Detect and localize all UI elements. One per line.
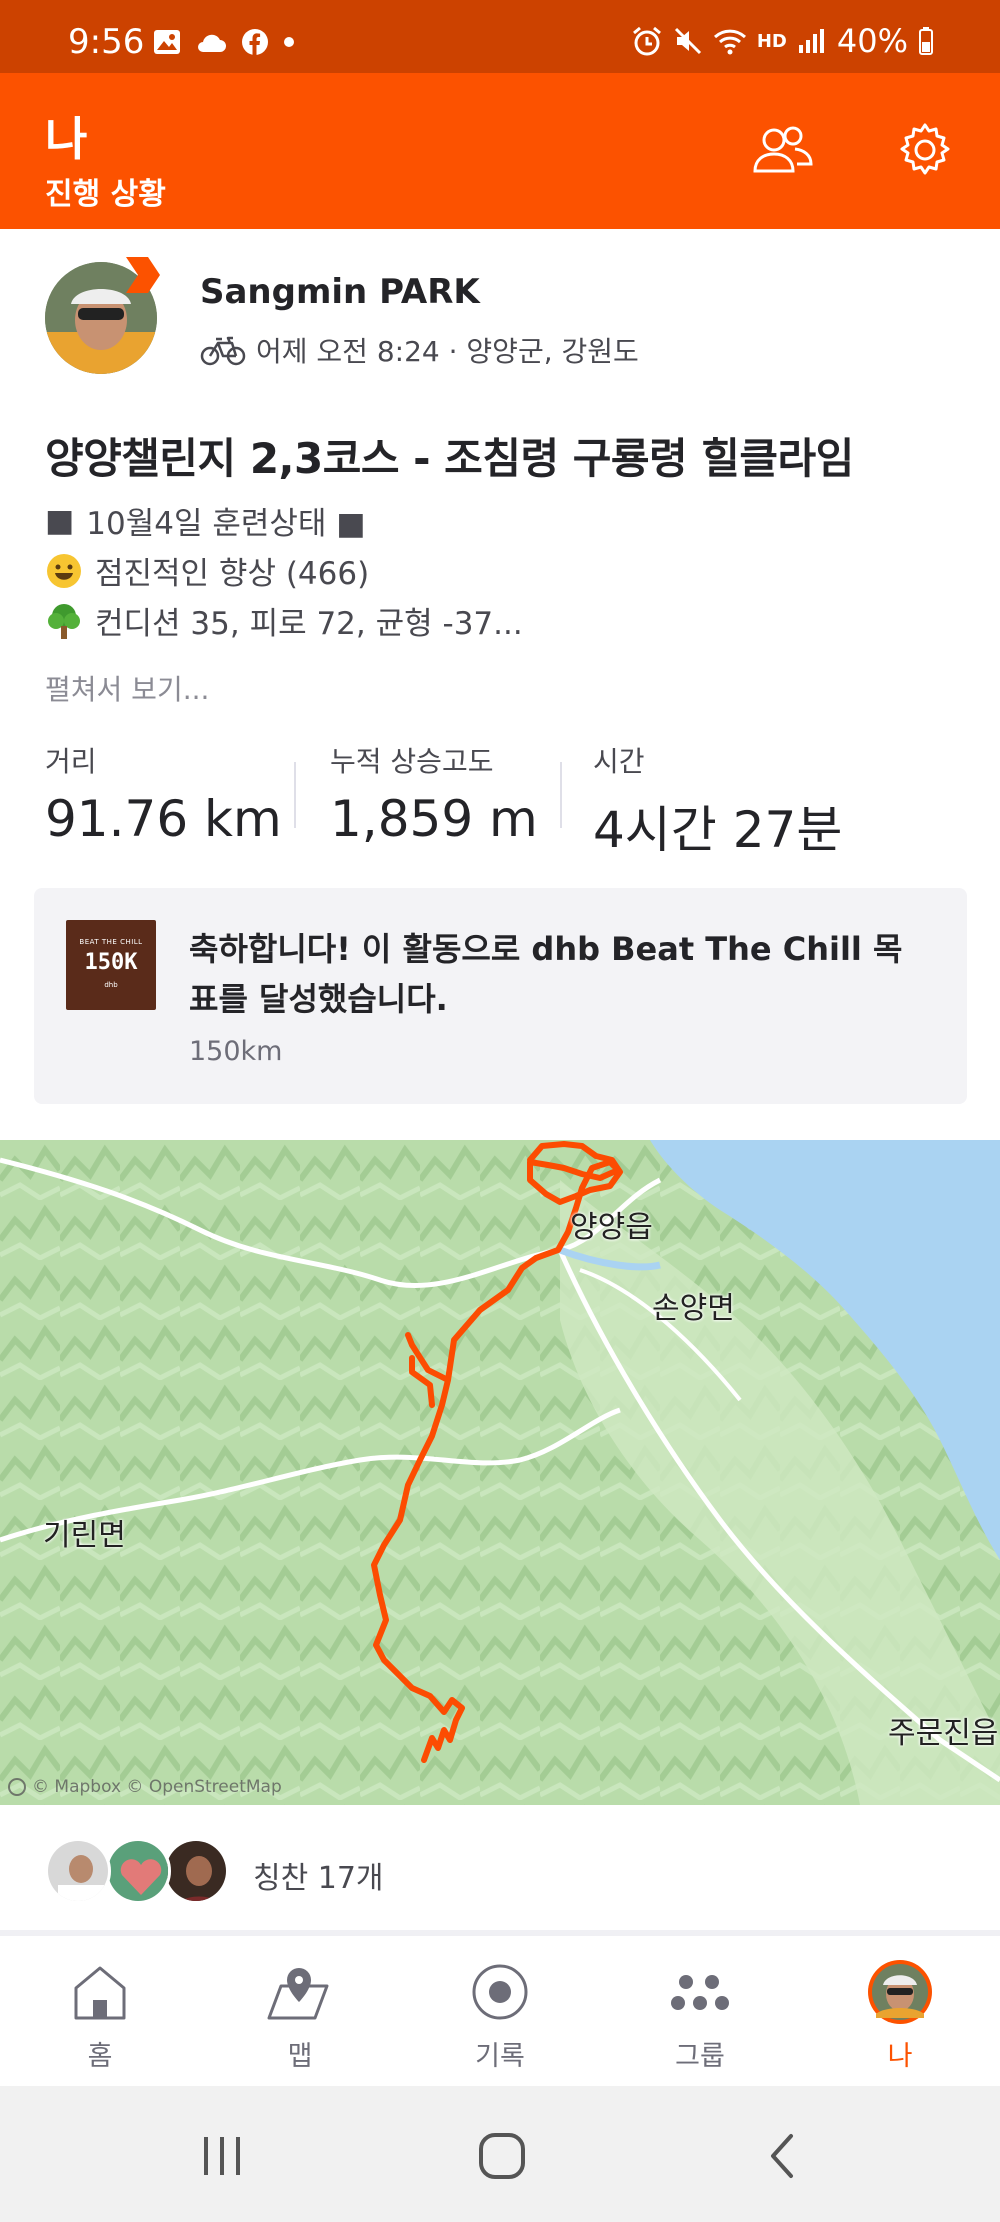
stat-divider [560,762,562,828]
description-line-3: 컨디션 35, 피로 72, 균형 -37... [45,598,523,643]
map-label-sonyang: 손양면 [652,1291,735,1326]
bike-icon [200,336,246,366]
notification-icons [153,28,295,56]
kudos-avatar [105,1838,171,1904]
progress-tab[interactable]: 진행 상황 [45,169,166,213]
signal-icon [798,29,824,53]
nav-record[interactable]: 기록 [420,1956,580,2073]
recent-apps-button[interactable] [192,2128,252,2184]
mapbox-logo-icon [8,1778,26,1796]
square-icon: ■ [45,502,75,539]
description-line-2: 점진적인 향상 (466) [45,548,369,593]
subscriber-badge-icon [126,257,160,293]
app-header: 나 진행 상황 [0,73,1000,229]
home-icon [74,1966,126,2020]
nav-maps[interactable]: 맵 [220,1956,380,2073]
stat-elevation: 누적 상승고도 1,859 m [330,745,538,848]
battery-icon [919,27,933,55]
stat-time: 시간 4시간 27분 [593,745,843,859]
kudos-avatar [45,1838,111,1904]
friends-icon [753,126,813,173]
nav-you[interactable]: 나 [820,1956,980,2073]
system-navigation-bar [0,2086,1000,2222]
map-attribution[interactable]: © Mapbox © OpenStreetMap [8,1777,282,1797]
route-map[interactable]: 양양읍 손양면 기린면 주문진읍 © Mapbox © OpenStreetMa… [0,1140,1000,1805]
kudos-count[interactable]: 칭찬 17개 [253,1853,384,1897]
kudos-avatar [163,1838,229,1904]
cloud-icon [198,34,226,52]
challenge-goal: 150km [189,1036,283,1067]
back-button[interactable] [752,2128,812,2184]
athlete-name[interactable]: Sangmin PARK [200,272,480,312]
facebook-icon [242,29,268,55]
alarm-icon [632,26,661,56]
status-bar: 9:56 HD 40% [0,0,1000,73]
page-title: 나 [45,112,88,166]
challenge-achievement-card[interactable]: BEAT THE CHILL 150K dhb 축하합니다! 이 활동으로 dh… [34,888,967,1104]
description-line-1: ■ 10월4일 훈련상태 ■ [45,502,366,543]
settings-button[interactable] [890,118,960,182]
map-pin-icon [267,1968,329,2020]
challenge-badge: BEAT THE CHILL 150K dhb [66,920,156,1010]
map-label-yangyang: 양양읍 [570,1210,653,1245]
profile-avatar [868,1960,932,2024]
wifi-icon [713,29,746,55]
back-chevron-icon [771,2134,793,2178]
dot-icon [284,37,294,47]
recent-apps-icon [204,2137,240,2175]
friends-button[interactable] [748,118,818,182]
battery-percent: 40% [836,22,908,60]
stat-distance: 거리 91.76 km [45,745,282,848]
groups-icon [671,1975,729,2010]
activity-title[interactable]: 양양챌린지 2,3코스 - 조침령 구룡령 힐클라임 [45,425,854,486]
hd-voice-label: HD [756,30,787,52]
gear-icon [900,123,950,175]
nav-home[interactable]: 홈 [20,1956,180,2073]
status-time: 9:56 [68,22,145,62]
map-label-jumunjin: 주문진읍 [888,1716,999,1751]
nav-groups[interactable]: 그룹 [620,1956,780,2073]
smiley-icon [45,552,83,590]
record-icon [472,1964,528,2020]
home-circle-icon [479,2133,525,2179]
gallery-icon [154,30,180,54]
activity-meta-text: 어제 오전 8:24 · 양양군, 강원도 [256,335,639,368]
map-label-girin: 기린면 [43,1518,126,1553]
see-more-link[interactable]: 펼쳐서 보기... [45,668,209,708]
bottom-navigation: 홈 맵 기록 그룹 나 [0,1936,1000,2086]
home-system-button[interactable] [472,2128,532,2184]
mute-icon [674,27,701,55]
tree-icon [45,602,83,640]
system-icons: HD 40% [631,22,934,60]
stat-divider [294,762,296,828]
activity-meta: 어제 오전 8:24 · 양양군, 강원도 [200,330,639,370]
kudos-row[interactable]: 칭찬 17개 [0,1805,1000,1930]
challenge-message: 축하합니다! 이 활동으로 dhb Beat The Chill 목표를 달성했… [189,930,903,1018]
